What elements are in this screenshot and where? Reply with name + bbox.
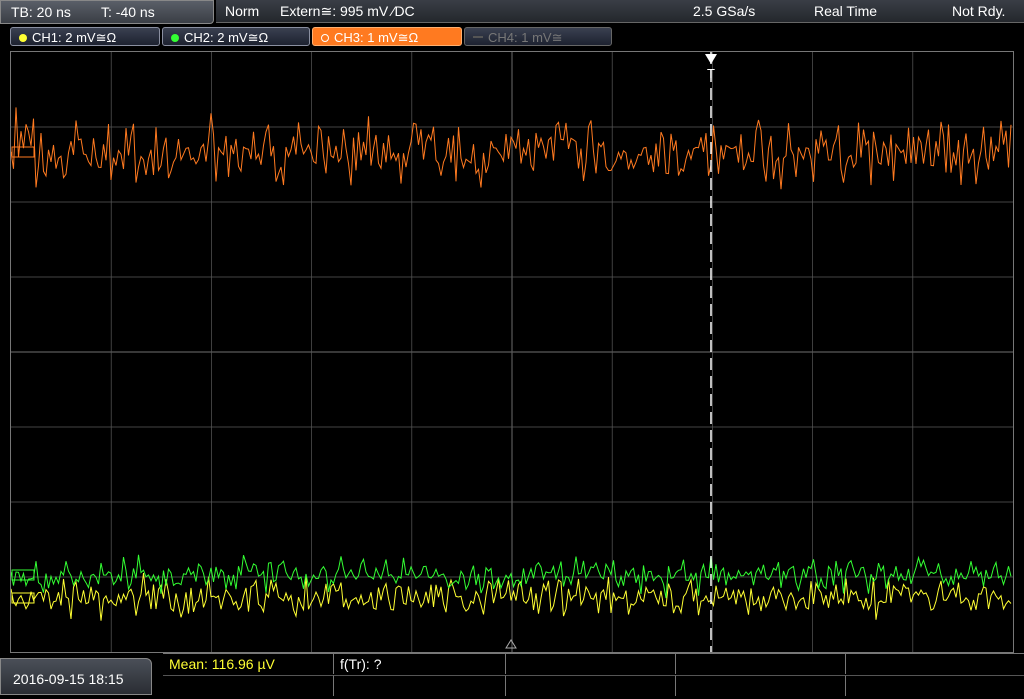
channel-tabs: CH1: 2 mV≅Ω CH2: 2 mV≅Ω CH3: 1 mV≅Ω CH4:… <box>0 25 1024 49</box>
channel-1-label: CH1: 2 mV≅Ω <box>32 30 117 45</box>
zero-position-icon <box>505 639 517 649</box>
acquisition-mode: Real Time <box>814 3 878 19</box>
measurement-mean: Mean: 116.96 µV <box>163 654 334 674</box>
acquisition-state: Not Rdy. <box>952 3 1006 19</box>
trigger-mode: Norm <box>225 3 260 19</box>
measurement-slot-8 <box>506 675 676 696</box>
status-line[interactable]: Norm Extern≅: 995 mV ⁄DC 2.5 GSa/s Real … <box>216 0 1024 23</box>
measurement-panel[interactable]: Mean: 116.96 µV f(Tr): ? <box>163 653 1024 696</box>
measurement-slot-4 <box>676 654 846 674</box>
measurement-frequency: f(Tr): ? <box>334 654 506 674</box>
traces <box>11 107 1012 621</box>
measurement-slot-5 <box>846 654 1024 674</box>
channel-3-offset-marker[interactable] <box>11 146 35 158</box>
timebase-value: TB: 20 ns <box>11 4 71 20</box>
trigger-source: Extern≅: 995 mV ⁄DC <box>280 3 415 19</box>
measurement-slot-7 <box>334 675 506 696</box>
top-bar: TB: 20 ns T: -40 ns Norm Extern≅: 995 mV… <box>0 0 1024 24</box>
trigger-offset-value: T: -40 ns <box>101 4 155 20</box>
date-time: 2016-09-15 18:15 <box>0 658 152 695</box>
measurement-slot-9 <box>676 675 846 696</box>
channel-4-label: CH4: 1 mV≅ <box>488 30 563 45</box>
channel-2-trace <box>11 554 1012 599</box>
channel-2-label: CH2: 2 mV≅Ω <box>184 30 269 45</box>
channel-1-trace <box>11 572 1012 621</box>
channel-2-tab[interactable]: CH2: 2 mV≅Ω <box>162 27 310 46</box>
channel-3-trace <box>11 107 1012 190</box>
channel-4-indicator-icon <box>473 36 483 38</box>
channel-2-indicator-icon <box>171 34 179 42</box>
trigger-label: T <box>707 66 715 81</box>
channel-3-label: CH3: 1 mV≅Ω <box>334 30 419 45</box>
waveform-canvas[interactable]: T <box>11 52 1013 652</box>
trigger-arrow-icon <box>705 54 717 64</box>
timebase-box[interactable]: TB: 20 ns T: -40 ns <box>0 0 214 24</box>
measurement-slot-10 <box>846 675 1024 696</box>
sample-rate: 2.5 GSa/s <box>693 3 756 19</box>
channel-3-tab[interactable]: CH3: 1 mV≅Ω <box>312 27 462 46</box>
channel-1-tab[interactable]: CH1: 2 mV≅Ω <box>10 27 160 46</box>
channel-3-indicator-icon <box>321 34 329 42</box>
measurement-slot-6 <box>163 675 334 696</box>
measurement-slot-3 <box>506 654 676 674</box>
channel-1-indicator-icon <box>19 34 27 42</box>
channel-4-tab[interactable]: CH4: 1 mV≅ <box>464 27 612 46</box>
